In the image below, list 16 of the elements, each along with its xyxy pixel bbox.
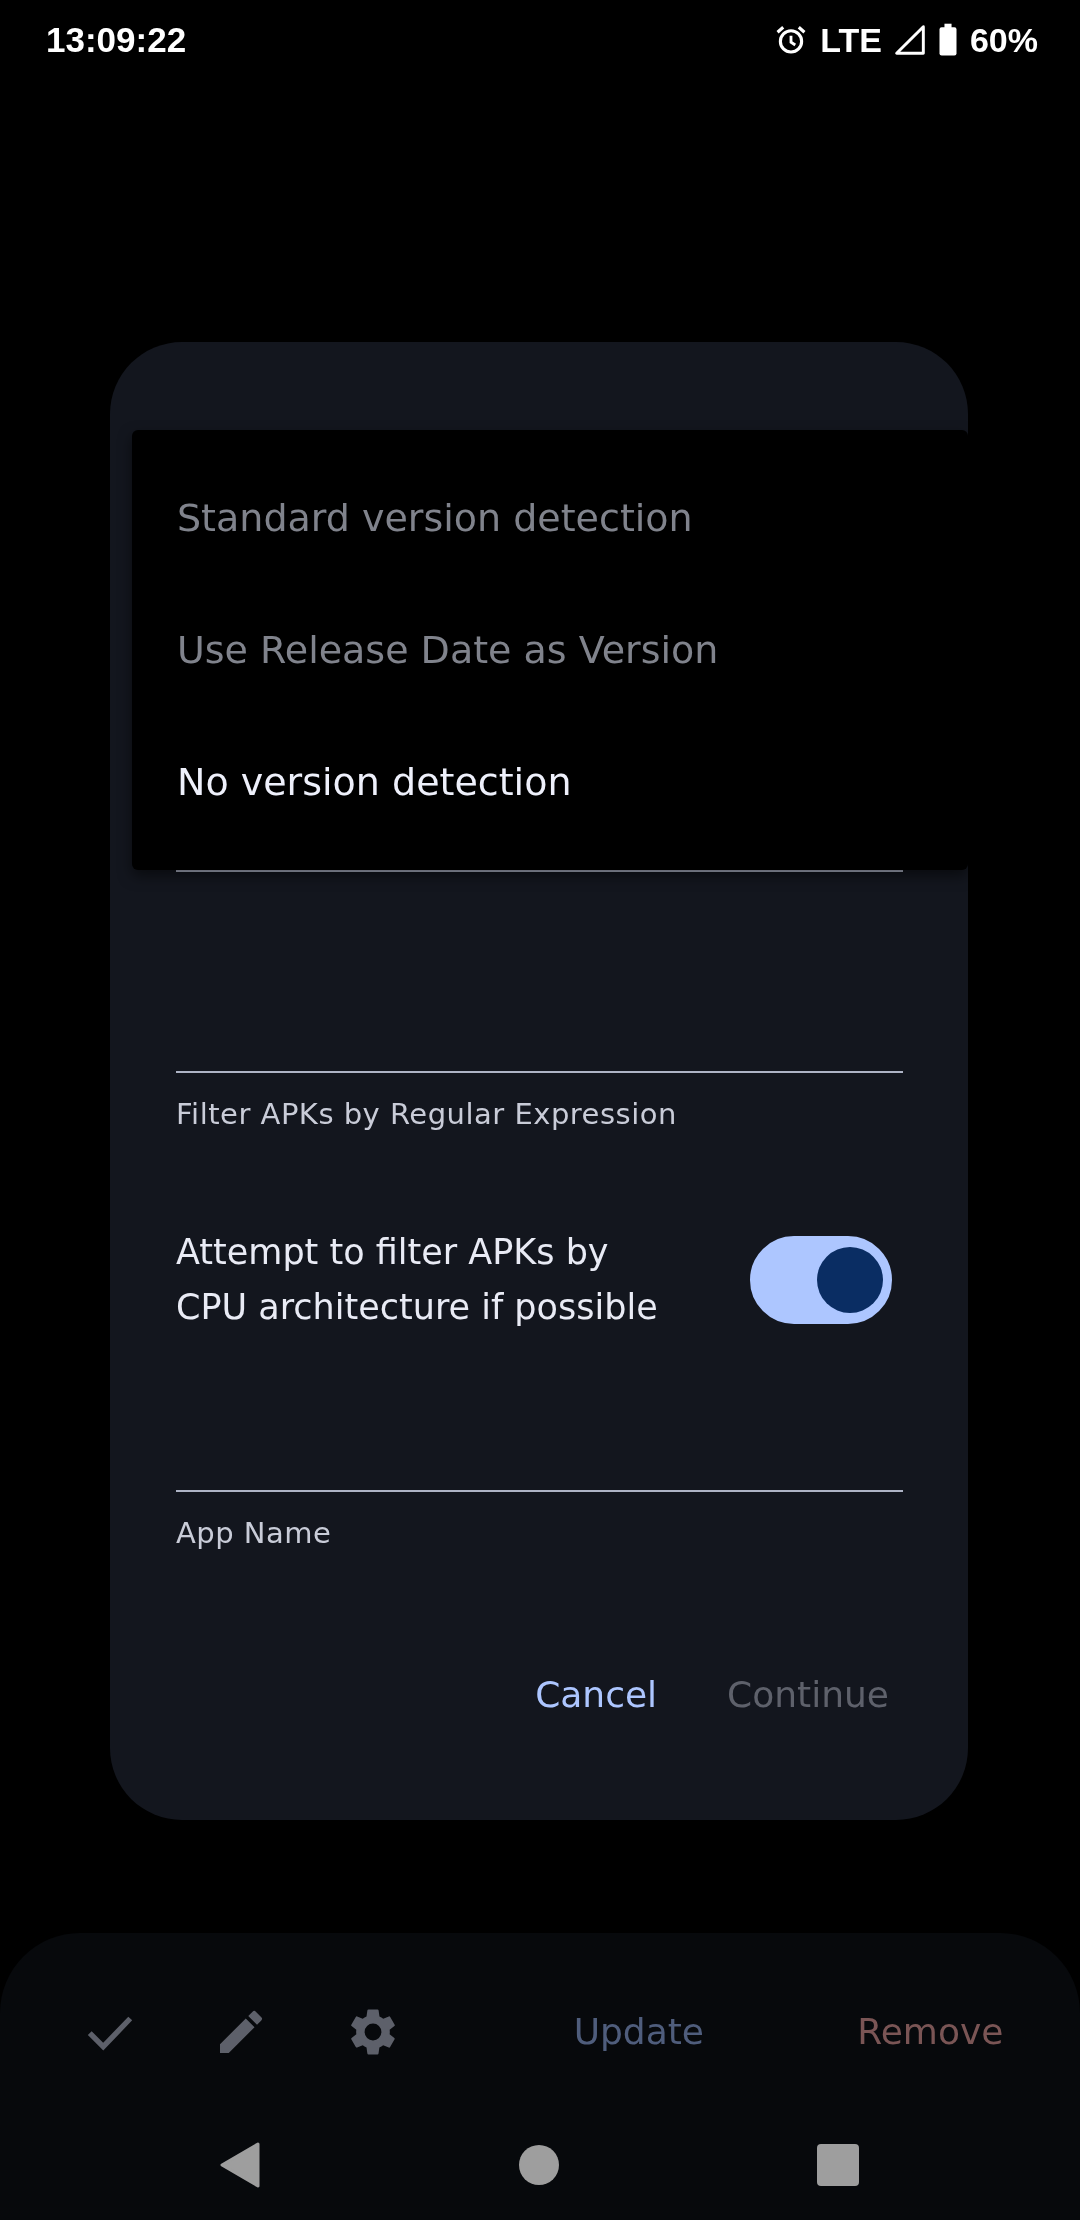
field-label: Filter APKs by Regular Expression — [176, 1097, 678, 1133]
menu-item[interactable]: Use Release Date as Version — [132, 606, 968, 738]
menu-item[interactable]: No version detection — [132, 738, 968, 870]
update-button[interactable]: Update — [557, 2001, 720, 2062]
menu-item[interactable]: Standard version detection — [132, 474, 968, 606]
signal-icon — [893, 24, 926, 56]
network-type: LTE — [820, 20, 882, 60]
status-time: 13:09:22 — [46, 20, 187, 60]
back-icon[interactable] — [220, 2142, 260, 2188]
home-icon[interactable] — [518, 2145, 559, 2185]
remove-button[interactable]: Remove — [841, 2001, 1020, 2062]
battery-level: 60% — [969, 20, 1038, 60]
field-label: App Name — [176, 1516, 333, 1552]
battery-icon — [937, 23, 958, 57]
toggle-label: Attempt to filter APKs by CPU architecture if possible — [176, 1231, 659, 1329]
text-button[interactable]: Cancel — [515, 1664, 678, 1725]
